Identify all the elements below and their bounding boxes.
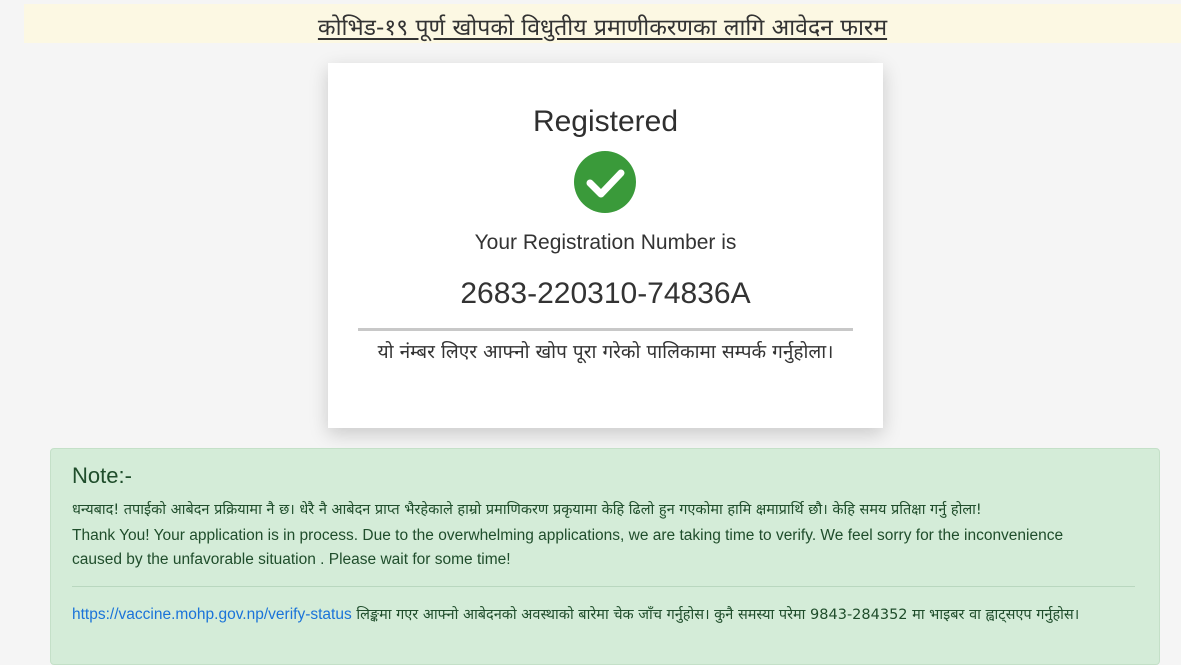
note-message-english: Thank You! Your application is in proces… (72, 527, 1064, 568)
registration-label: Your Registration Number is (474, 231, 737, 254)
divider (358, 328, 853, 331)
note-message-nepali: धन्यबाद! तपाईको आबेदन प्रक्रियामा नै छ। … (72, 502, 982, 518)
contact-message: यो नंम्बर लिएर आफ्नो खोप पूरा गरेको पालि… (377, 341, 834, 363)
note-divider (72, 586, 1135, 587)
page-header: कोभिड-१९ पूर्ण खोपको विधुतीय प्रमाणीकरणक… (24, 4, 1181, 43)
verify-status-instructions: लिङ्कमा गएर आफ्नो आबेदनको अवस्थाको बारेम… (351, 607, 1080, 623)
note-title: Note:- (72, 463, 132, 488)
registered-heading: Registered (532, 105, 679, 138)
verify-status-line: https://vaccine.mohp.gov.np/verify-statu… (72, 603, 1142, 627)
check-circle-icon (574, 151, 636, 213)
registration-number: 2683-220310-74836A (460, 277, 751, 310)
page-title: कोभिड-१९ पूर्ण खोपको विधुतीय प्रमाणीकरणक… (317, 15, 888, 41)
verify-status-link[interactable]: https://vaccine.mohp.gov.np/verify-statu… (72, 606, 352, 623)
note-box: Note:- धन्यबाद! तपाईको आबेदन प्रक्रियामा… (50, 448, 1160, 665)
registration-card: Registered Your Registration Number is 2… (328, 63, 883, 428)
